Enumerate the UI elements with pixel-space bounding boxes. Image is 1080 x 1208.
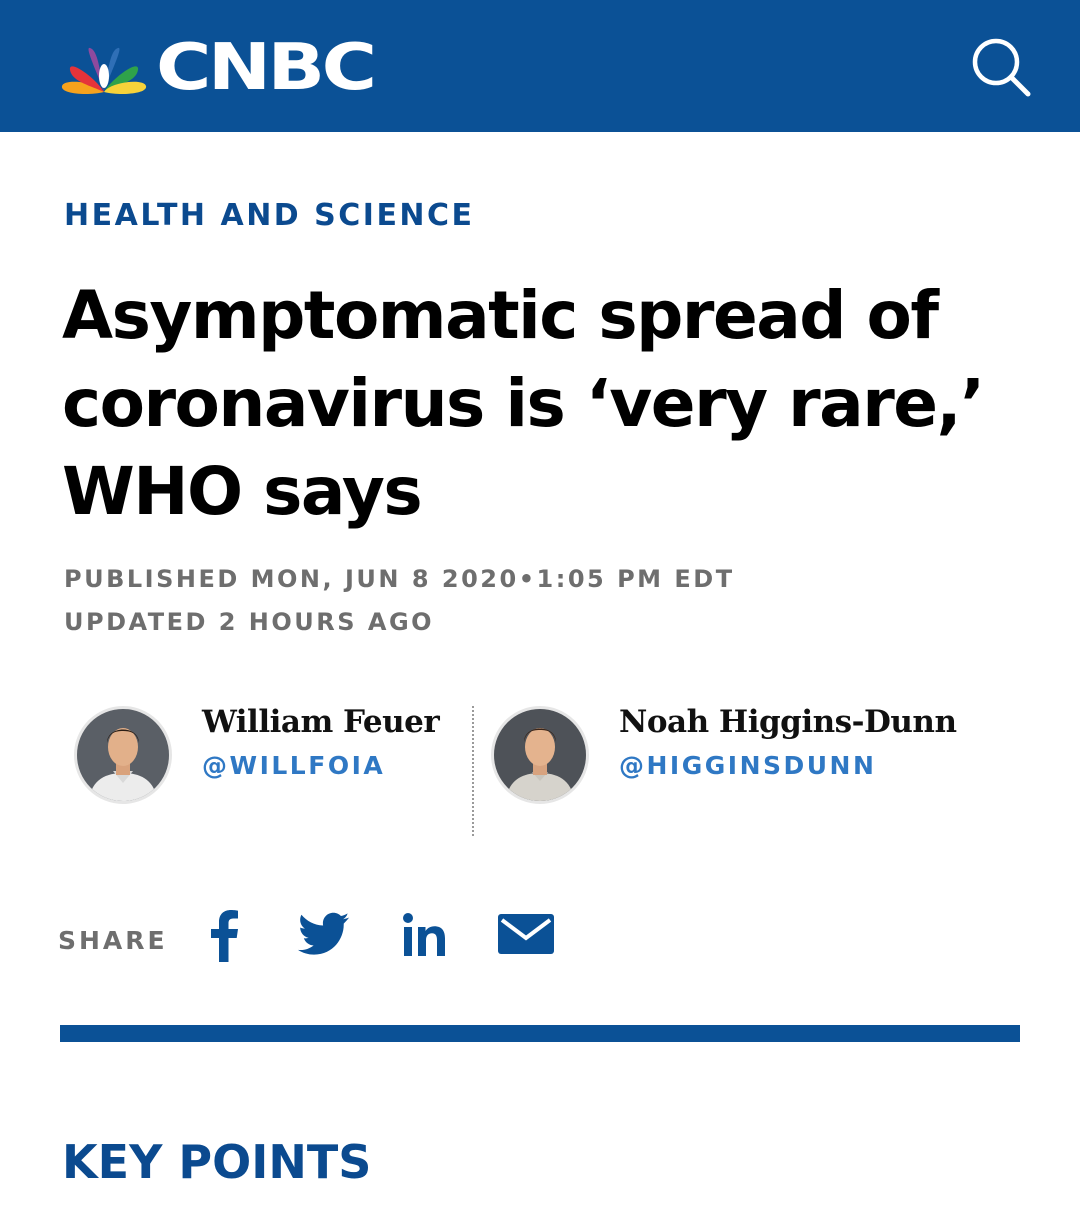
published-date: PUBLISHED MON, JUN 8 2020•1:05 PM EDT — [64, 565, 735, 593]
facebook-icon — [211, 910, 238, 962]
avatar[interactable] — [491, 706, 589, 804]
key-points-heading: KEY POINTS — [62, 1135, 372, 1189]
share-email-button[interactable] — [498, 914, 554, 954]
share-facebook-button[interactable] — [205, 910, 245, 962]
author-name[interactable]: Noah Higgins-Dunn — [619, 702, 957, 742]
author-card: William Feuer @WILLFOIA — [74, 704, 474, 816]
twitter-icon — [298, 912, 350, 955]
author-twitter-handle[interactable]: @WILLFOIA — [202, 750, 385, 782]
linkedin-icon — [403, 913, 445, 956]
email-icon — [498, 914, 554, 954]
cnbc-logo[interactable]: CNBC — [58, 36, 377, 100]
author-twitter-handle[interactable]: @HIGGINSDUNN — [619, 750, 876, 782]
author-name[interactable]: William Feuer — [202, 702, 440, 742]
share-twitter-button[interactable] — [298, 912, 350, 956]
author-divider — [472, 706, 474, 836]
updated-time: UPDATED 2 HOURS AGO — [64, 608, 435, 636]
share-label: SHARE — [58, 926, 168, 955]
section-divider — [60, 1025, 1020, 1042]
nbc-peacock-icon — [61, 47, 147, 94]
share-linkedin-button[interactable] — [403, 910, 447, 958]
section-link[interactable]: HEALTH AND SCIENCE — [64, 196, 475, 236]
search-icon — [972, 38, 1031, 97]
article-headline: Asymptomatic spread of coronavirus is ‘v… — [62, 277, 985, 530]
author-card: Noah Higgins-Dunn @HIGGINSDUNN — [491, 704, 1011, 816]
site-header: CNBC — [0, 0, 1080, 132]
search-button[interactable] — [966, 32, 1036, 102]
avatar[interactable] — [74, 706, 172, 804]
brand-wordmark: CNBC — [156, 31, 377, 105]
